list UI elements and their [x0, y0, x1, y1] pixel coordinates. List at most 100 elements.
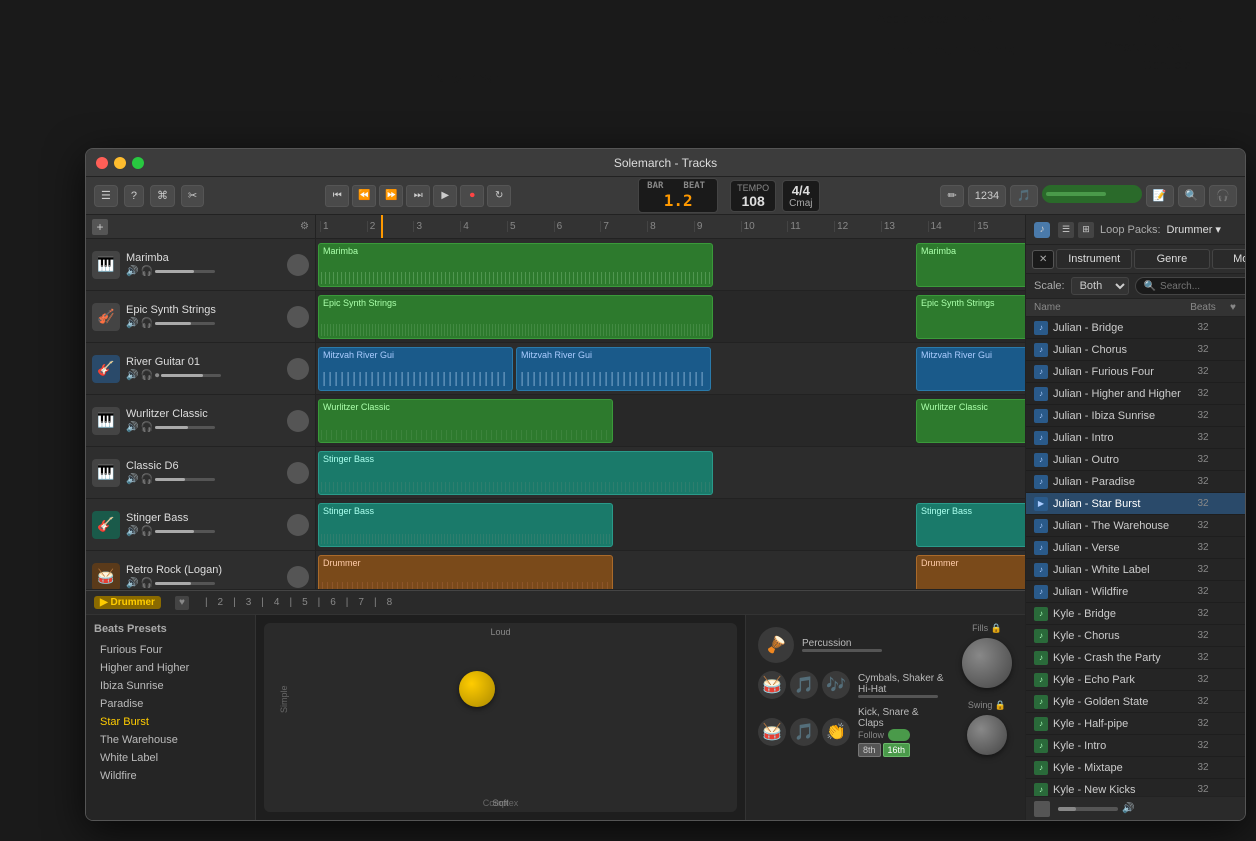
track-lane-retro-rock[interactable]: Drummer Drummer: [316, 551, 1025, 589]
pan-knob[interactable]: [287, 462, 309, 484]
loop-item[interactable]: ♪ Kyle - Golden State 32 110 -: [1026, 691, 1246, 713]
loop-view-list[interactable]: ☰: [1058, 222, 1074, 238]
search-input[interactable]: [1160, 281, 1246, 292]
clip-epic-synth-2[interactable]: Epic Synth Strings: [916, 295, 1025, 339]
mute-icon[interactable]: 🔊: [126, 474, 138, 485]
pencil-button[interactable]: ✏: [940, 185, 963, 207]
search-button[interactable]: 🔍: [1178, 185, 1206, 207]
clip-retro-rock-1[interactable]: Drummer: [318, 555, 613, 589]
clip-marimba-2[interactable]: Marimba: [916, 243, 1025, 287]
mute-icon[interactable]: 🔊: [126, 578, 138, 589]
track-lane-river-guitar[interactable]: Mitzvah River Gui Mitzvah River Gui Mitz…: [316, 343, 1025, 395]
loop-item[interactable]: ♪ Julian - Outro 32 120 -: [1026, 449, 1246, 471]
loop-item[interactable]: ♪ Julian - Intro 32 120 -: [1026, 427, 1246, 449]
pan-knob[interactable]: [287, 306, 309, 328]
record-icon[interactable]: ⏺: [155, 370, 160, 381]
clip-stinger-bass-1[interactable]: Stinger Bass: [318, 503, 613, 547]
loop-item[interactable]: ▶ Julian - Star Burst 32 120 -: [1026, 493, 1246, 515]
headphones-icon[interactable]: 🎧: [140, 474, 152, 485]
clip-stinger-1[interactable]: Stinger Bass: [318, 451, 713, 495]
loop-item[interactable]: ♪ Kyle - Bridge 32 110 -: [1026, 603, 1246, 625]
loop-item[interactable]: ♪ Julian - Verse 32 120 -: [1026, 537, 1246, 559]
go-start-button[interactable]: ⏭: [406, 185, 430, 207]
preset-ibiza[interactable]: Ibiza Sunrise: [94, 677, 247, 695]
clip-wurlitzer-2[interactable]: Wurlitzer Classic: [916, 399, 1025, 443]
clip-river-guitar-1[interactable]: Mitzvah River Gui: [318, 347, 513, 391]
fills-knob[interactable]: [962, 638, 1012, 688]
loop-item[interactable]: ♪ Julian - White Label 32 120 -: [1026, 559, 1246, 581]
loop-item[interactable]: ♪ Julian - Furious Four 32 120 -: [1026, 361, 1246, 383]
track-item-wurlitzer[interactable]: 🎹 Wurlitzer Classic 🔊 🎧: [86, 395, 315, 447]
footer-slider[interactable]: [1058, 807, 1118, 811]
follow-toggle[interactable]: [888, 729, 910, 741]
swing-knob[interactable]: [967, 715, 1007, 755]
preset-furious-four[interactable]: Furious Four: [94, 641, 247, 659]
preset-star-burst[interactable]: Star Burst: [94, 713, 247, 731]
fullscreen-button[interactable]: [132, 157, 144, 169]
clip-marimba-1[interactable]: Marimba: [318, 243, 713, 287]
cymbals-slider[interactable]: [858, 695, 938, 698]
search-box[interactable]: 🔍: [1135, 277, 1246, 295]
headphones-icon[interactable]: 🎧: [140, 370, 152, 381]
headphones-icon[interactable]: 🎧: [140, 422, 152, 433]
clip-stinger-bass-2[interactable]: Stinger Bass: [916, 503, 1025, 547]
clip-retro-rock-2[interactable]: Drummer: [916, 555, 1025, 589]
clip-epic-synth-1[interactable]: Epic Synth Strings: [318, 295, 713, 339]
cycle-button[interactable]: ↻: [487, 185, 511, 207]
drummer-pad-main[interactable]: Simple Complex Loud Soft: [264, 623, 737, 812]
back-button[interactable]: ⏪: [352, 185, 376, 207]
record-button[interactable]: ⏺: [460, 185, 484, 207]
loop-item[interactable]: ♪ Julian - Bridge 32 120 -: [1026, 317, 1246, 339]
track-item-river-guitar[interactable]: 🎸 River Guitar 01 🔊 🎧 ⏺: [86, 343, 315, 395]
loop-view-grid[interactable]: ⊞: [1078, 222, 1094, 238]
clip-river-guitar-3[interactable]: Mitzvah River Gui: [916, 347, 1025, 391]
close-button[interactable]: [96, 157, 108, 169]
mute-icon[interactable]: 🔊: [126, 526, 138, 537]
track-item-epic-synth[interactable]: 🎻 Epic Synth Strings 🔊 🎧: [86, 291, 315, 343]
forward-button[interactable]: ⏩: [379, 185, 403, 207]
preset-wildfire[interactable]: Wildfire: [94, 767, 247, 785]
pan-knob[interactable]: [287, 358, 309, 380]
clip-river-guitar-2[interactable]: Mitzvah River Gui: [516, 347, 711, 391]
mute-icon[interactable]: 🔊: [126, 370, 138, 381]
rewind-button[interactable]: ⏮: [325, 185, 349, 207]
tab-instrument[interactable]: Instrument: [1056, 249, 1132, 269]
track-lane-epic-synth[interactable]: Epic Synth Strings Epic Synth Strings: [316, 291, 1025, 343]
loop-item[interactable]: ♪ Kyle - Crash the Party 32 110 -: [1026, 647, 1246, 669]
sixteenth-button[interactable]: 16th: [883, 743, 911, 757]
drummer-position-knob[interactable]: [459, 671, 495, 707]
loop-item[interactable]: ♪ Kyle - Intro 32 110 -: [1026, 735, 1246, 757]
loop-item[interactable]: ♪ Kyle - New Kicks 32 110 -: [1026, 779, 1246, 796]
mute-icon[interactable]: 🔊: [126, 318, 138, 329]
scale-select[interactable]: Both Major Minor: [1071, 277, 1129, 295]
preset-warehouse[interactable]: The Warehouse: [94, 731, 247, 749]
track-item-stinger-bass[interactable]: 🎸 Stinger Bass 🔊 🎧: [86, 499, 315, 551]
loop-item[interactable]: ♪ Kyle - Half-pipe 32 110 -: [1026, 713, 1246, 735]
volume-slider[interactable]: [155, 530, 215, 533]
track-lane-stinger-bass[interactable]: Stinger Bass Stinger Bass: [316, 499, 1025, 551]
help-button[interactable]: ?: [124, 185, 144, 207]
library-button[interactable]: ☰: [94, 185, 118, 207]
mute-icon[interactable]: 🔊: [126, 422, 138, 433]
headphones-icon[interactable]: 🎧: [140, 578, 152, 589]
loop-item[interactable]: ♪ Julian - Chorus 32 120 -: [1026, 339, 1246, 361]
loop-item[interactable]: ♪ Julian - Paradise 32 120 -: [1026, 471, 1246, 493]
clip-wurlitzer-1[interactable]: Wurlitzer Classic: [318, 399, 613, 443]
track-lane-wurlitzer[interactable]: Wurlitzer Classic Wurlitzer Classic: [316, 395, 1025, 447]
track-item-marimba[interactable]: 🎹 Marimba 🔊 🎧: [86, 239, 315, 291]
mute-icon[interactable]: 🔊: [126, 266, 138, 277]
loop-item[interactable]: ♪ Julian - Ibiza Sunrise 32 120 -: [1026, 405, 1246, 427]
volume-slider[interactable]: [155, 322, 215, 325]
scissors-button[interactable]: ✂: [181, 185, 204, 207]
loop-item[interactable]: ♪ Kyle - Chorus 32 110 -: [1026, 625, 1246, 647]
pan-knob[interactable]: [287, 566, 309, 588]
add-track-button[interactable]: +: [92, 219, 108, 235]
track-lane-classic-d6[interactable]: Stinger Bass: [316, 447, 1025, 499]
loop-item[interactable]: ♪ Kyle - Mixtape 32 110 -: [1026, 757, 1246, 779]
play-button[interactable]: ▶: [433, 185, 457, 207]
footer-icon[interactable]: [1034, 801, 1050, 817]
headphones-icon[interactable]: 🎧: [140, 266, 152, 277]
track-lane-marimba[interactable]: Marimba Marimba: [316, 239, 1025, 291]
master-volume[interactable]: [1042, 185, 1142, 203]
preset-higher[interactable]: Higher and Higher: [94, 659, 247, 677]
